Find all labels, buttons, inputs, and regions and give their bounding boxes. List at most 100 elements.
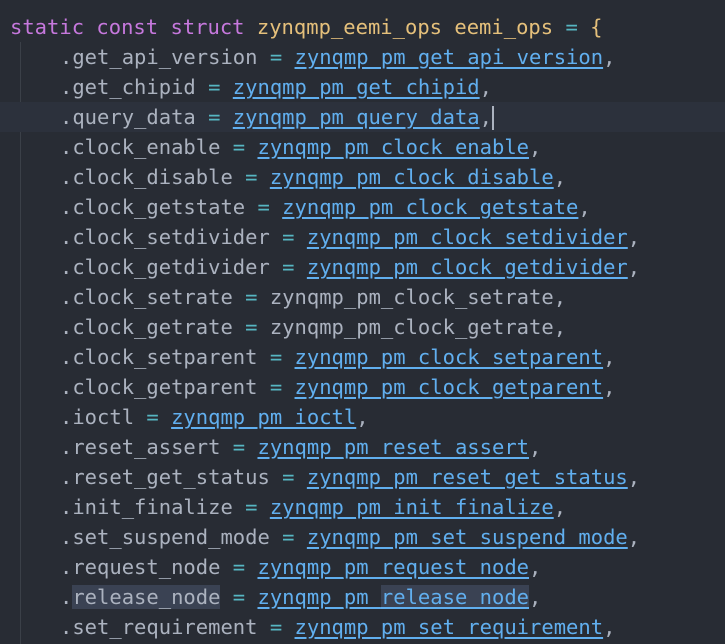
comma: , [553, 165, 567, 189]
member-function-link[interactable]: zynqmp_pm_set_suspend_mode [307, 525, 628, 549]
comma: , [529, 135, 542, 159]
word-highlight: release_node [72, 585, 221, 609]
member-field: .reset_get_status [60, 465, 270, 489]
member-function-link[interactable]: zynqmp_pm_release_node [257, 585, 530, 609]
member-field: .clock_enable [60, 135, 221, 159]
code-line-member[interactable]: .clock_getrate = zynqmp_pm_clock_getrate… [0, 312, 725, 342]
assign-operator: = [208, 105, 221, 129]
member-function-link[interactable]: zynqmp_pm_clock_setdivider [307, 225, 628, 249]
keyword-struct: struct [170, 15, 245, 39]
code-line-member[interactable]: .request_node = zynqmp_pm_request_node, [0, 552, 725, 582]
member-field: .request_node [60, 555, 221, 579]
code-line-member[interactable]: .query_data = zynqmp_pm_query_data, [0, 102, 725, 132]
comma: , [578, 195, 591, 219]
member-function-link[interactable]: zynqmp_pm_reset_assert [257, 435, 529, 459]
member-function-link[interactable]: zynqmp_pm_clock_setparent [295, 345, 604, 369]
comma: , [627, 465, 641, 489]
member-assignment: .reset_assert = zynqmp_pm_reset_assert, [60, 432, 541, 462]
member-function-link[interactable]: zynqmp_pm_clock_enable [257, 135, 529, 159]
member-assignment: .clock_getstate = zynqmp_pm_clock_getsta… [60, 192, 591, 222]
comma: , [529, 555, 542, 579]
member-function-link[interactable]: zynqmp_pm_query_data [233, 105, 480, 129]
member-function-link[interactable]: zynqmp_pm_get_chipid [233, 75, 480, 99]
code-line-member[interactable]: .ioctl = zynqmp_pm_ioctl, [0, 402, 725, 432]
comma: , [627, 255, 641, 279]
word-highlight: release_node [380, 585, 530, 609]
assign-operator: = [269, 375, 283, 399]
code-line-member[interactable]: .clock_disable = zynqmp_pm_clock_disable… [0, 162, 725, 192]
struct-type-name: zynqmp_eemi_ops [256, 15, 443, 39]
member-function-link[interactable]: zynqmp_pm_clock_getstate [282, 195, 578, 219]
code-line-member[interactable]: .release_node = zynqmp_pm_release_node, [0, 582, 725, 612]
assign-operator: = [269, 345, 283, 369]
member-assignment: .set_requirement = zynqmp_pm_set_require… [60, 612, 615, 642]
member-field: .clock_disable [60, 165, 233, 189]
assign-operator: = [245, 285, 258, 309]
code-line-member[interactable]: .clock_getparent = zynqmp_pm_clock_getpa… [0, 372, 725, 402]
member-assignment: .get_chipid = zynqmp_pm_get_chipid, [60, 72, 492, 102]
member-function-link[interactable]: zynqmp_pm_ioctl [171, 405, 356, 429]
member-assignment: .ioctl = zynqmp_pm_ioctl, [60, 402, 369, 432]
member-assignment: .set_suspend_mode = zynqmp_pm_set_suspen… [60, 522, 640, 552]
assign-operator: = [245, 165, 258, 189]
comma: , [553, 315, 567, 339]
comma: , [479, 105, 492, 129]
assign-operator: = [245, 315, 258, 339]
member-function-link[interactable]: zynqmp_pm_init_finalize [270, 495, 554, 519]
code-line-member[interactable]: .clock_getstate = zynqmp_pm_clock_getsta… [0, 192, 725, 222]
member-assignment: .init_finalize = zynqmp_pm_init_finalize… [60, 492, 566, 522]
assign-operator: = [282, 465, 295, 489]
code-line-member[interactable]: .set_requirement = zynqmp_pm_set_require… [0, 612, 725, 642]
member-assignment: .clock_disable = zynqmp_pm_clock_disable… [60, 162, 566, 192]
member-field: .ioctl [60, 405, 135, 429]
code-line-member[interactable]: .get_chipid = zynqmp_pm_get_chipid, [0, 72, 725, 102]
comma: , [479, 75, 492, 99]
member-function-link[interactable]: zynqmp_pm_set_requirement [295, 615, 604, 639]
code-line-member[interactable]: .reset_assert = zynqmp_pm_reset_assert, [0, 432, 725, 462]
member-assignment: .clock_getrate = zynqmp_pm_clock_getrate… [60, 312, 566, 342]
member-function-link[interactable]: zynqmp_pm_clock_getdivider [307, 255, 628, 279]
code-line-member[interactable]: .reset_get_status = zynqmp_pm_reset_get_… [0, 462, 725, 492]
keyword-static: static [10, 15, 85, 39]
member-assignment: .query_data = zynqmp_pm_query_data, [60, 102, 494, 132]
member-assignment: .clock_setdivider = zynqmp_pm_clock_setd… [60, 222, 640, 252]
code-line-member[interactable]: .init_finalize = zynqmp_pm_init_finalize… [0, 492, 725, 522]
code-line-member[interactable]: .get_api_version = zynqmp_pm_get_api_ver… [0, 42, 725, 72]
member-assignment: .clock_enable = zynqmp_pm_clock_enable, [60, 132, 541, 162]
member-field: .query_data [60, 105, 196, 129]
member-function-link[interactable]: zynqmp_pm_get_api_version [295, 45, 604, 69]
code-line-struct-header[interactable]: static const struct zynqmp_eemi_ops eemi… [0, 12, 725, 42]
assign-operator: = [282, 255, 295, 279]
member-assignment: .clock_setparent = zynqmp_pm_clock_setpa… [60, 342, 615, 372]
member-assignment: .clock_getdivider = zynqmp_pm_clock_getd… [60, 252, 640, 282]
member-field: .get_chipid [60, 75, 196, 99]
assign-operator: = [257, 195, 270, 219]
member-field: .set_suspend_mode [60, 525, 270, 549]
comma: , [603, 45, 616, 69]
assign-operator: = [232, 585, 246, 609]
comma: , [553, 495, 567, 519]
comma: , [627, 225, 641, 249]
member-field: .clock_getparent [60, 375, 258, 399]
code-line-member[interactable]: .set_suspend_mode = zynqmp_pm_set_suspen… [0, 522, 725, 552]
code-line-member[interactable]: .clock_setrate = zynqmp_pm_clock_setrate… [0, 282, 725, 312]
struct-declaration: static const struct zynqmp_eemi_ops eemi… [10, 12, 602, 42]
member-function-link[interactable]: zynqmp_pm_reset_get_status [307, 465, 628, 489]
comma: , [603, 375, 616, 399]
assign-operator: = [269, 45, 283, 69]
member-function-link[interactable]: zynqmp_pm_request_node [257, 555, 529, 579]
code-line-member[interactable]: .clock_setdivider = zynqmp_pm_clock_setd… [0, 222, 725, 252]
member-function-link: zynqmp_pm_clock_setrate [269, 285, 554, 309]
code-line-member[interactable]: .clock_setparent = zynqmp_pm_clock_setpa… [0, 342, 725, 372]
code-editor[interactable]: static const struct zynqmp_eemi_ops eemi… [0, 0, 725, 644]
member-field: .release_node [60, 585, 221, 609]
member-field: .clock_getrate [60, 315, 233, 339]
code-line-member[interactable]: .clock_getdivider = zynqmp_pm_clock_getd… [0, 252, 725, 282]
member-assignment: .clock_setrate = zynqmp_pm_clock_setrate… [60, 282, 566, 312]
text-cursor [491, 106, 494, 130]
comma: , [627, 525, 641, 549]
member-function-link[interactable]: zynqmp_pm_clock_disable [270, 165, 554, 189]
code-line-member[interactable]: .clock_enable = zynqmp_pm_clock_enable, [0, 132, 725, 162]
member-function-link[interactable]: zynqmp_pm_clock_getparent [295, 375, 604, 399]
member-field: .init_finalize [60, 495, 233, 519]
